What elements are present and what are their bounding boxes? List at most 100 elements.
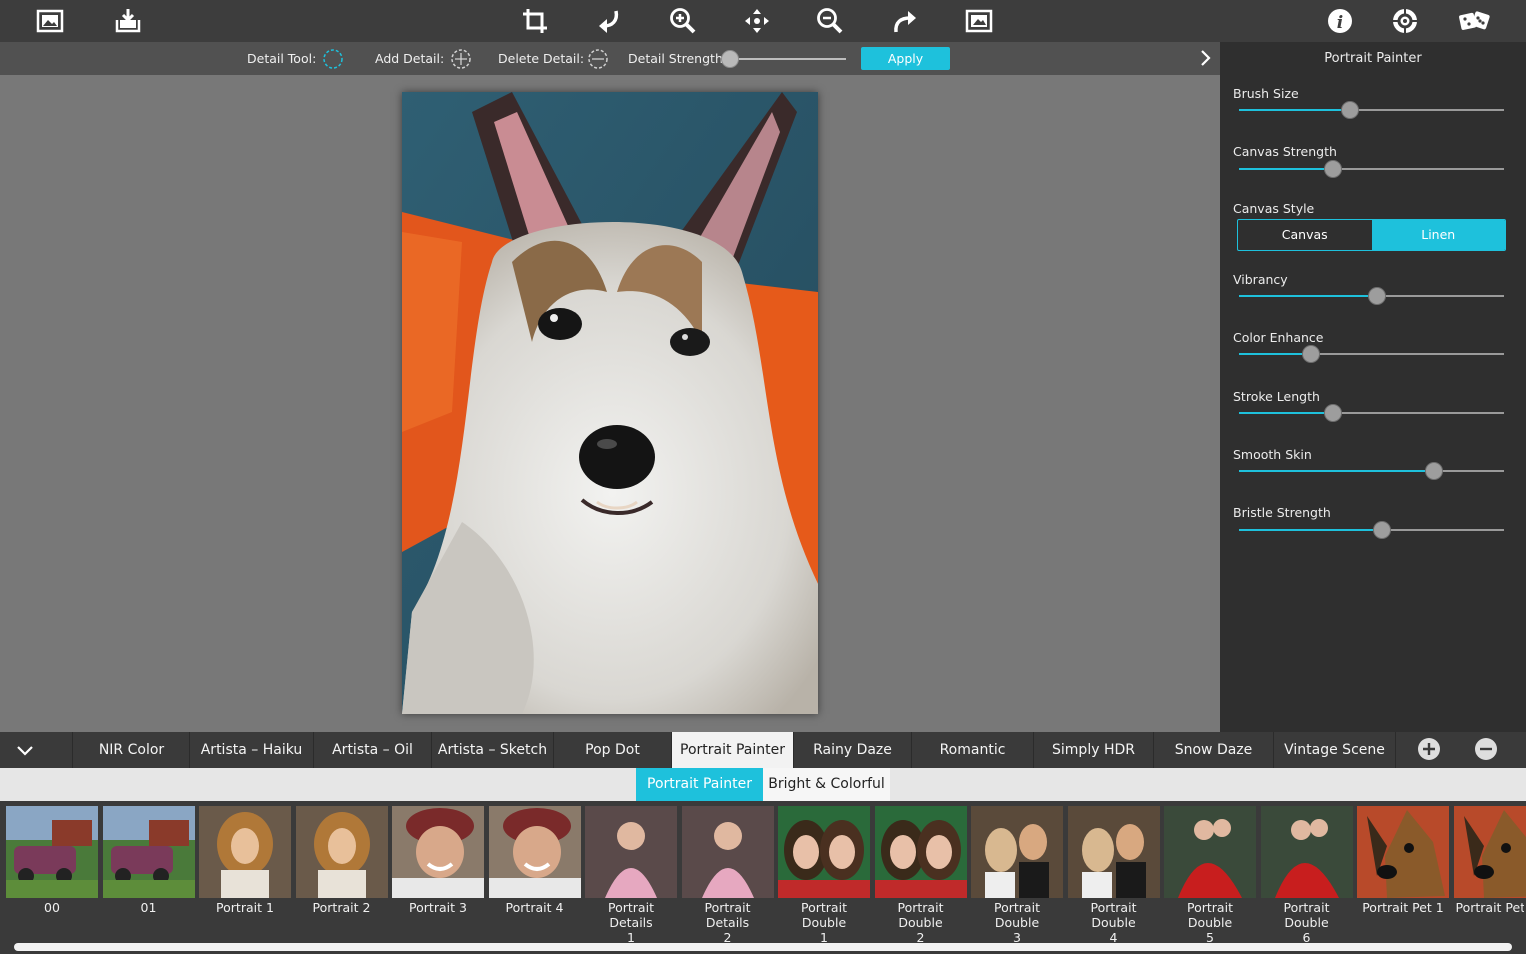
redo-icon[interactable] (888, 4, 922, 38)
preset-label: 01 (140, 900, 157, 915)
preset-label: Portrait Details 2 (704, 900, 751, 945)
vibrancy-slider[interactable] (1239, 287, 1504, 305)
preset-preview-image (1453, 806, 1526, 898)
color-enhance-slider[interactable] (1239, 345, 1504, 363)
stroke-length-slider[interactable] (1239, 404, 1504, 422)
preset-label: Portrait 2 (312, 900, 371, 915)
preset-preview-image (1164, 806, 1256, 898)
slider-knob[interactable] (1424, 462, 1443, 480)
save-image-icon[interactable] (111, 4, 145, 38)
preset-thumbnail[interactable] (1453, 806, 1526, 898)
preset-thumbnail[interactable] (102, 806, 195, 898)
tab-pop-dot[interactable]: Pop Dot (554, 732, 672, 768)
canvas-strength-slider[interactable] (1239, 160, 1504, 178)
canvas-strength-label: Canvas Strength (1233, 144, 1337, 159)
subtab-bright-colorful[interactable]: Bright & Colorful (763, 768, 890, 801)
add-detail-brush-icon[interactable] (450, 48, 472, 70)
add-detail-label: Add Detail: (375, 51, 445, 66)
preset-thumbnail[interactable] (1260, 806, 1353, 898)
preset-thumbnail[interactable] (1067, 806, 1160, 898)
slider-fill (1239, 412, 1334, 414)
zoom-in-icon[interactable] (666, 4, 700, 38)
undo-icon[interactable] (592, 4, 626, 38)
tab-simply-hdr[interactable]: Simply HDR (1034, 732, 1154, 768)
preset-label: Portrait Double 1 (801, 900, 847, 945)
preset-thumbnail[interactable] (6, 806, 98, 898)
preset-label: Portrait Double 3 (994, 900, 1040, 945)
plus-icon (1423, 743, 1435, 755)
brush-size-slider[interactable] (1239, 101, 1504, 119)
smooth-skin-label: Smooth Skin (1233, 447, 1312, 462)
preset-thumbnail[interactable] (1357, 806, 1449, 898)
settings-icon[interactable] (1388, 4, 1422, 38)
tab-portrait-painter[interactable]: Portrait Painter (672, 732, 794, 768)
canvas-style-canvas-option[interactable]: Canvas (1238, 220, 1372, 250)
chevron-right-icon[interactable] (1197, 48, 1213, 68)
smooth-skin-slider[interactable] (1239, 462, 1504, 480)
preset-thumbnail[interactable] (681, 806, 774, 898)
subtab-portrait-painter[interactable]: Portrait Painter (636, 768, 763, 801)
slider-knob[interactable] (1324, 160, 1343, 178)
slider-fill (1239, 529, 1383, 531)
open-image-icon[interactable] (33, 4, 67, 38)
collapse-presets-button[interactable] (0, 732, 73, 768)
add-category-button[interactable] (1418, 738, 1440, 760)
preset-thumbnail[interactable] (585, 806, 677, 898)
detail-tool-brush-icon[interactable] (322, 48, 344, 70)
preset-thumbnail[interactable] (971, 806, 1063, 898)
preset-preview-image (6, 806, 98, 898)
dog-portrait-image (402, 92, 818, 714)
canvas-style-toggle: Canvas Linen (1237, 219, 1506, 251)
preset-label: Portrait Double 4 (1090, 900, 1137, 945)
chevron-down-icon (17, 746, 33, 756)
preset-thumbnail[interactable] (392, 806, 484, 898)
tab-artista-haiku[interactable]: Artista – Haiku (190, 732, 314, 768)
slider-knob[interactable] (1367, 287, 1386, 305)
preset-thumbnail[interactable] (778, 806, 870, 898)
info-icon[interactable]: i (1323, 4, 1357, 38)
preset-preview-image (488, 806, 581, 898)
bristle-strength-slider[interactable] (1239, 521, 1504, 539)
apply-button[interactable]: Apply (861, 47, 950, 70)
fit-to-screen-icon[interactable] (962, 4, 996, 38)
pan-move-icon[interactable] (740, 4, 774, 38)
tab-artista-sketch[interactable]: Artista – Sketch (432, 732, 554, 768)
detail-strength-slider[interactable] (721, 50, 846, 68)
detail-strength-knob[interactable] (721, 50, 739, 68)
preset-label: Portrait 3 (409, 900, 467, 915)
tab-vintage-scene[interactable]: Vintage Scene (1274, 732, 1396, 768)
crop-icon[interactable] (518, 4, 552, 38)
tab-artista-oil[interactable]: Artista – Oil (314, 732, 432, 768)
main-photo-preview[interactable] (402, 92, 818, 714)
delete-detail-label: Delete Detail: (498, 51, 585, 66)
preset-thumbnail[interactable] (874, 806, 967, 898)
tab-rainy-daze[interactable]: Rainy Daze (794, 732, 912, 768)
delete-detail-brush-icon[interactable] (587, 48, 609, 70)
preset-preview-image (199, 806, 291, 898)
remove-category-button[interactable] (1475, 738, 1497, 760)
slider-knob[interactable] (1301, 345, 1320, 363)
preset-label: Portrait Double 2 (897, 900, 944, 945)
preset-preview-image (681, 806, 774, 898)
slider-knob[interactable] (1373, 521, 1392, 539)
preset-preview-image (971, 806, 1063, 898)
preset-thumbnail[interactable] (488, 806, 581, 898)
preset-preview-image (874, 806, 967, 898)
tab-nir-color[interactable]: NIR Color (74, 732, 190, 768)
tab-romantic[interactable]: Romantic (912, 732, 1034, 768)
preset-thumbnail[interactable] (199, 806, 291, 898)
detail-strength-track (730, 58, 846, 60)
preset-thumbnail[interactable] (1164, 806, 1256, 898)
slider-knob[interactable] (1324, 404, 1343, 422)
preset-preview-image (1260, 806, 1353, 898)
detail-tool-label: Detail Tool: (247, 51, 317, 66)
thumbnail-scrollbar[interactable] (14, 943, 1512, 951)
random-style-icon[interactable] (1456, 4, 1494, 38)
canvas-style-linen-option[interactable]: Linen (1371, 220, 1505, 250)
zoom-out-icon[interactable] (813, 4, 847, 38)
preset-thumbnail[interactable] (295, 806, 388, 898)
tab-snow-daze[interactable]: Snow Daze (1154, 732, 1274, 768)
detail-options-bar: Detail Tool: Add Detail: Delete Detail: … (0, 42, 1220, 75)
detail-strength-label: Detail Strength: (628, 51, 728, 66)
preset-label: Portrait Pet 1 (1362, 900, 1444, 915)
